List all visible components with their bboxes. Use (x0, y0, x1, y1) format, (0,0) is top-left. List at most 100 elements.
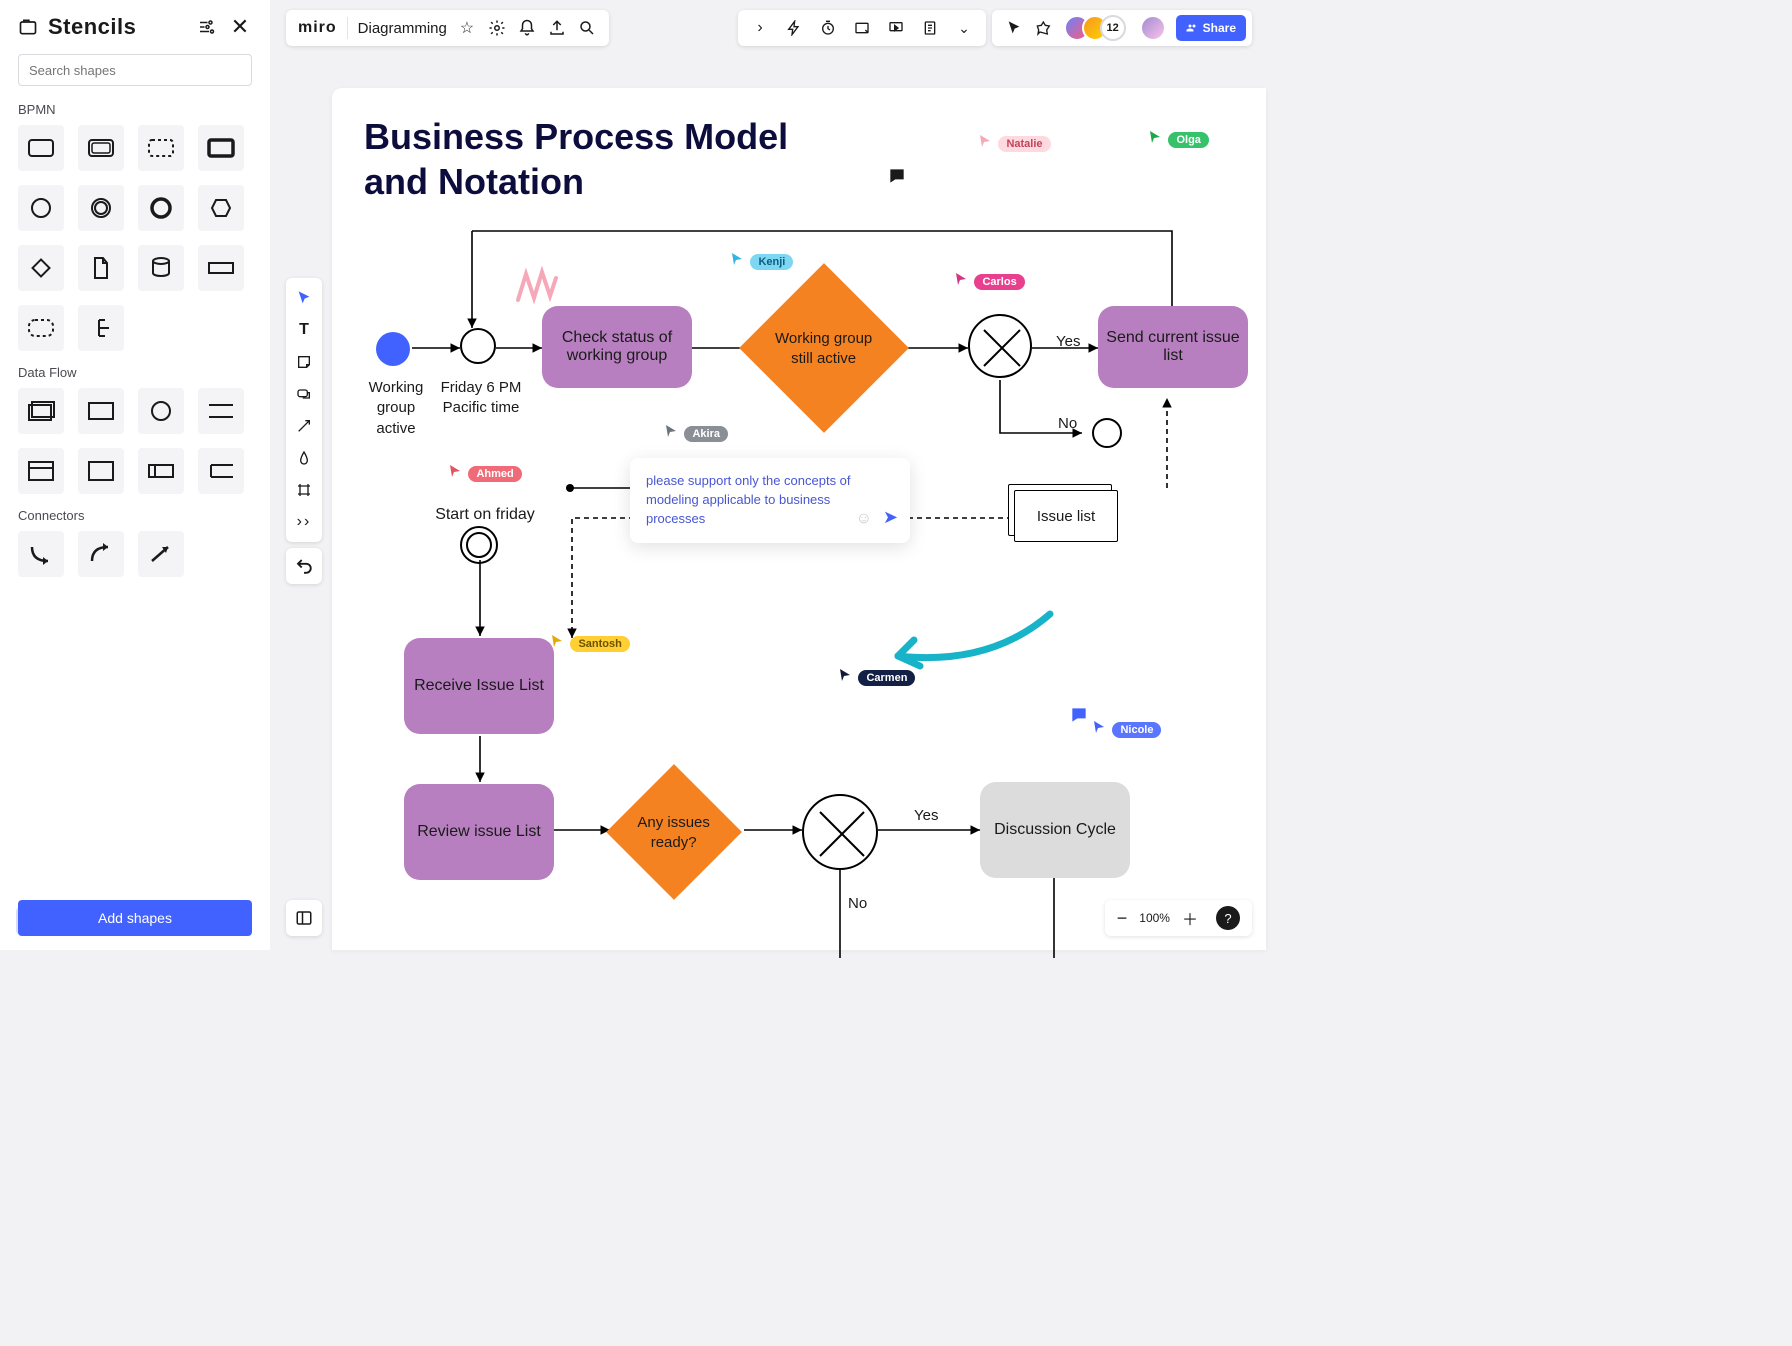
presentation-toolbar: › ⌄ (738, 10, 986, 46)
bolt-icon[interactable] (784, 18, 804, 38)
task-send-list[interactable]: Send current issue list (1098, 306, 1248, 388)
df-open-rect[interactable] (198, 448, 244, 494)
emoji-icon[interactable]: ☺ (856, 507, 872, 530)
timer-caption: Friday 6 PM Pacific time (434, 378, 528, 419)
settings-icon[interactable] (487, 18, 507, 38)
text-tool[interactable]: T (294, 320, 314, 340)
arrow-tool[interactable] (294, 416, 314, 436)
send-icon[interactable]: ➤ (883, 504, 898, 530)
stencils-settings-icon[interactable] (194, 15, 218, 39)
shape-circle[interactable] (18, 185, 64, 231)
export-icon[interactable] (547, 18, 567, 38)
notes-icon[interactable] (920, 18, 940, 38)
cursor-kenji: Kenji (732, 252, 793, 270)
shape-slim-rect[interactable] (198, 245, 244, 291)
bpmn-start-friday[interactable] (460, 526, 498, 564)
avatar-self[interactable] (1140, 15, 1166, 41)
connector-shapes (18, 531, 252, 577)
df-header-rect[interactable] (18, 448, 64, 494)
cursor-santosh: Santosh (552, 634, 630, 652)
board-name[interactable]: Diagramming (358, 20, 447, 37)
pen-tool[interactable] (294, 448, 314, 468)
df-stack[interactable] (18, 388, 64, 434)
select-tool[interactable] (294, 288, 314, 308)
star-icon[interactable]: ☆ (457, 18, 477, 38)
shape-hexagon[interactable] (198, 185, 244, 231)
bpmn-intermediate-event[interactable] (460, 328, 496, 364)
bpmn-gateway-x[interactable] (968, 314, 1032, 378)
yes-label-1: Yes (1056, 332, 1080, 352)
df-plain-rect[interactable] (78, 448, 124, 494)
canvas-toolbar: T ›› (286, 278, 322, 542)
shape-diamond[interactable] (18, 245, 64, 291)
more-tools[interactable]: ›› (294, 512, 314, 532)
canvas[interactable]: Business Process Model and Notation (332, 88, 1266, 950)
more-icon[interactable]: ⌄ (954, 18, 974, 38)
undo-button[interactable] (286, 548, 322, 584)
task-receive[interactable]: Receive Issue List (404, 638, 554, 734)
zoom-in-button[interactable]: ＋ (1182, 906, 1198, 930)
task-review[interactable]: Review issue List (404, 784, 554, 880)
shape-circle-bold[interactable] (138, 185, 184, 231)
present-icon[interactable] (886, 18, 906, 38)
zoom-out-button[interactable]: − (1117, 908, 1128, 929)
frames-tool[interactable] (294, 480, 314, 500)
comment-badge-2[interactable]: 3 (1068, 705, 1792, 730)
cursor-icon[interactable] (1004, 18, 1024, 38)
shape-cylinder[interactable] (138, 245, 184, 291)
cursor-akira: Akira (666, 424, 728, 442)
stencils-title: Stencils (48, 14, 184, 40)
cursor-nicole: Nicole (1094, 720, 1161, 738)
df-left-bar[interactable] (138, 448, 184, 494)
data-object-issue-list[interactable]: Issue list (1008, 484, 1118, 542)
miro-logo[interactable]: miro (298, 19, 337, 37)
shape-dashed-rect[interactable] (138, 125, 184, 171)
bpmn-end-no[interactable] (1092, 418, 1122, 448)
search-icon[interactable] (577, 18, 597, 38)
zoom-value[interactable]: 100% (1139, 911, 1170, 925)
diagram-title[interactable]: Business Process Model and Notation (364, 114, 788, 204)
conn-curve[interactable] (78, 531, 124, 577)
task-discussion[interactable]: Discussion Cycle (980, 782, 1130, 878)
conn-straight[interactable] (138, 531, 184, 577)
search-shapes-input[interactable] (18, 54, 252, 86)
gateway-any-ready[interactable]: Any issues ready? (606, 764, 742, 900)
shape-tool[interactable] (294, 384, 314, 404)
add-shapes-button[interactable]: Add shapes (18, 900, 252, 936)
panel-toggle-button[interactable] (286, 900, 322, 936)
shape-task-double[interactable] (78, 125, 124, 171)
shape-doc[interactable] (78, 245, 124, 291)
df-rect[interactable] (78, 388, 124, 434)
close-icon[interactable]: ✕ (228, 15, 252, 39)
shape-dashed-rounded[interactable] (18, 305, 64, 351)
shape-annotation[interactable] (78, 305, 124, 351)
df-lines[interactable] (198, 388, 244, 434)
shape-circle-double[interactable] (78, 185, 124, 231)
bpmn-shapes (18, 125, 252, 351)
timer-icon[interactable] (818, 18, 838, 38)
shape-task[interactable] (18, 125, 64, 171)
cursor-carmen: Carmen (840, 668, 915, 686)
cursor-carlos: Carlos (956, 272, 1025, 290)
participant-count[interactable]: 12 (1100, 15, 1126, 41)
help-button[interactable]: ? (1216, 906, 1240, 930)
bell-icon[interactable] (517, 18, 537, 38)
reactions-icon[interactable] (1034, 18, 1054, 38)
no-label-1: No (1058, 414, 1077, 434)
df-circle[interactable] (138, 388, 184, 434)
bpmn-gateway-x2[interactable] (802, 794, 878, 870)
task-check-status[interactable]: Check status of working group (542, 306, 692, 388)
sticky-tool[interactable] (294, 352, 314, 372)
conn-elbow[interactable] (18, 531, 64, 577)
no-label-2: No (848, 894, 867, 914)
comment-card[interactable]: please support only the concepts of mode… (630, 458, 910, 543)
share-button[interactable]: Share (1176, 15, 1246, 41)
frame-icon[interactable] (852, 18, 872, 38)
yes-label-2: Yes (914, 806, 938, 826)
gateway-still-active[interactable]: Working group still active (739, 263, 909, 433)
bpmn-start-event[interactable] (376, 332, 410, 366)
separator (347, 17, 348, 39)
comment-badge-1[interactable]: 5 (886, 166, 1792, 191)
chevron-right-icon[interactable]: › (750, 18, 770, 38)
shape-bold-rect[interactable] (198, 125, 244, 171)
